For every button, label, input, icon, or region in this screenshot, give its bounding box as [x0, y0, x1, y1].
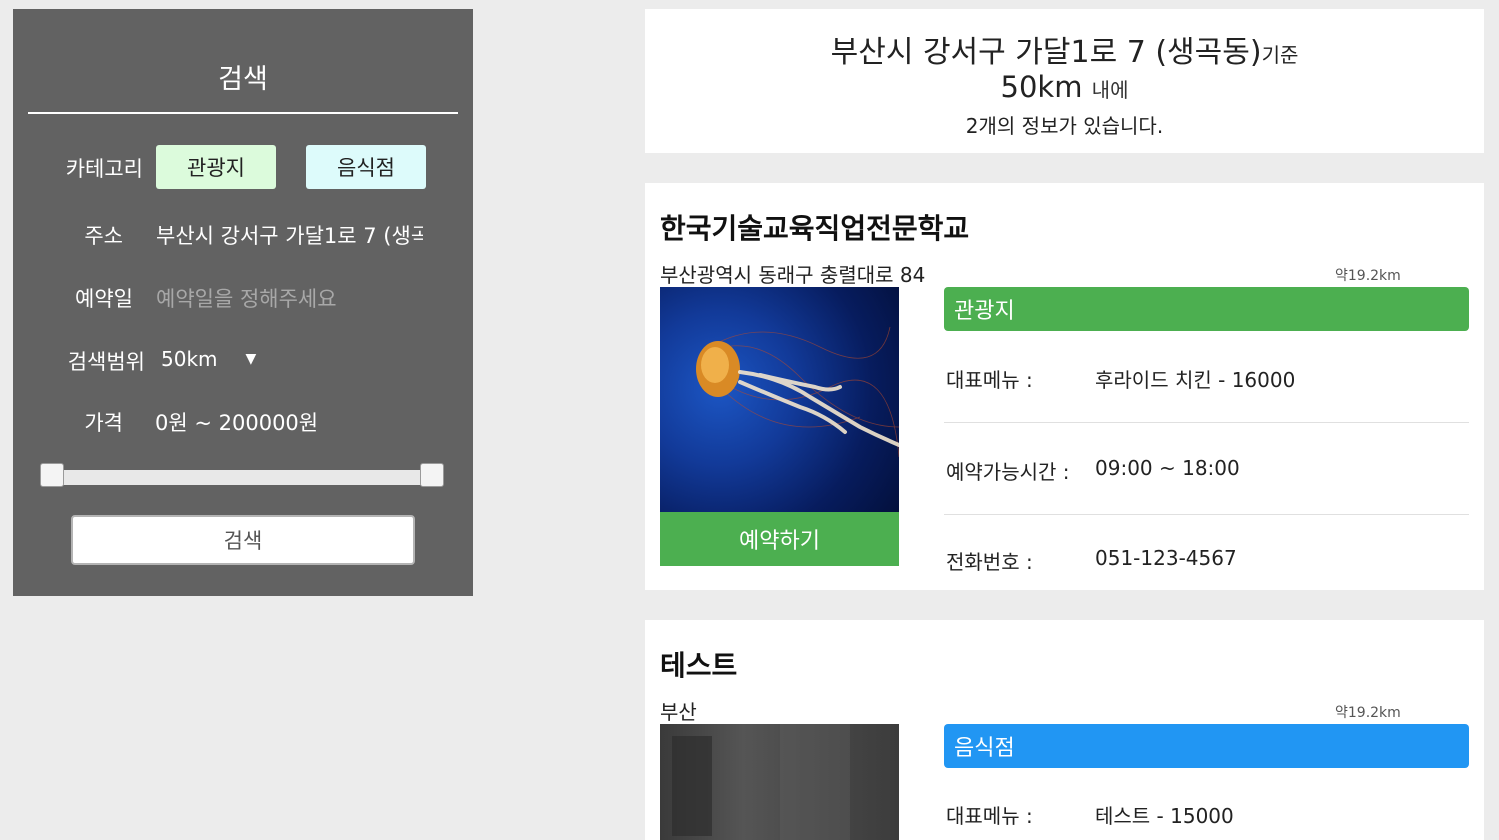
phone-label: 전화번호 : [946, 550, 1033, 574]
info-divider [944, 514, 1469, 515]
category-restaurant-button[interactable]: 음식점 [306, 145, 426, 189]
category-badge: 관광지 [944, 287, 1469, 331]
address-label: 주소 [84, 224, 123, 248]
address-input[interactable]: 부산시 강서구 가달1로 7 (생곡동) [156, 220, 423, 250]
menu-value: 후라이드 치킨 - 16000 [1095, 368, 1296, 392]
result-card: 테스트 부산 약19.2km 음식점 대표메뉴 : 테스트 - 15000 [645, 620, 1484, 840]
jellyfish-image [696, 326, 899, 458]
result-summary: 부산시 강서구 가달1로 7 (생곡동)기준 50km 내에 2개의 정보가 있… [645, 9, 1484, 153]
price-label: 가격 [84, 411, 123, 435]
summary-radius-line: 50km 내에 [645, 70, 1484, 104]
category-badge: 음식점 [944, 724, 1469, 768]
reserve-button[interactable]: 예약하기 [660, 512, 899, 566]
title-divider [28, 112, 458, 114]
search-button[interactable]: 검색 [71, 515, 415, 565]
price-range-text: 0원 ~ 200000원 [155, 411, 319, 435]
category-label: 카테고리 [65, 157, 143, 181]
summary-radius: 50km [1000, 70, 1083, 104]
summary-count: 2개의 정보가 있습니다. [965, 114, 1164, 138]
menu-value: 테스트 - 15000 [1095, 804, 1234, 828]
menu-row: 대표메뉴 : 후라이드 치킨 - 16000 [944, 364, 1469, 394]
place-address: 부산광역시 동래구 충렬대로 84 [660, 263, 926, 287]
summary-within: 내에 [1091, 78, 1129, 102]
search-panel-title: 검색 [218, 64, 268, 95]
price-slider-track[interactable] [51, 470, 435, 485]
range-value: 50km [161, 347, 218, 371]
summary-basis: 기준 [1261, 43, 1299, 67]
summary-address-line: 부산시 강서구 가달1로 7 (생곡동)기준 [645, 27, 1484, 71]
search-panel: 검색 카테고리 관광지 음식점 주소 부산시 강서구 가달1로 7 (생곡동) … [13, 9, 473, 596]
place-distance: 약19.2km [1335, 705, 1401, 721]
place-name[interactable]: 테스트 [660, 644, 737, 684]
phone-row: 전화번호 : 051-123-4567 [944, 546, 1469, 576]
price-slider-min-handle[interactable] [40, 463, 64, 487]
category-tour-button[interactable]: 관광지 [156, 145, 276, 189]
menu-row: 대표메뉴 : 테스트 - 15000 [944, 800, 1469, 830]
summary-address: 부산시 강서구 가달1로 7 (생곡동) [830, 35, 1262, 70]
place-distance: 약19.2km [1335, 268, 1401, 284]
menu-label: 대표메뉴 : [946, 368, 1033, 392]
place-photo [660, 287, 899, 512]
range-select[interactable]: 50km ▼ [161, 347, 256, 371]
price-slider-max-handle[interactable] [420, 463, 444, 487]
hours-row: 예약가능시간 : 09:00 ~ 18:00 [944, 456, 1469, 486]
range-label: 검색범위 [67, 350, 145, 374]
date-label: 예약일 [75, 287, 133, 311]
hours-label: 예약가능시간 : [946, 460, 1070, 484]
date-input[interactable]: 예약일을 정해주세요 [156, 283, 396, 313]
menu-label: 대표메뉴 : [946, 804, 1033, 828]
result-card: 한국기술교육직업전문학교 부산광역시 동래구 충렬대로 84 약19.2km 예… [645, 183, 1484, 590]
place-name[interactable]: 한국기술교육직업전문학교 [660, 207, 969, 247]
dropdown-caret-icon: ▼ [245, 351, 257, 367]
hours-value: 09:00 ~ 18:00 [1095, 456, 1240, 480]
place-address: 부산 [660, 700, 697, 724]
info-divider [944, 422, 1469, 423]
phone-value: 051-123-4567 [1095, 546, 1237, 570]
